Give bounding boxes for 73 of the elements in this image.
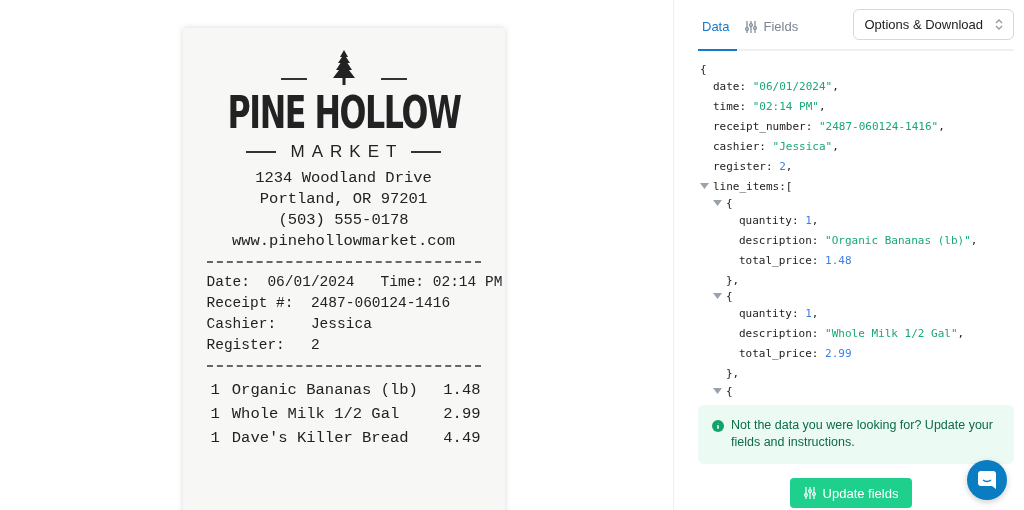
json-key: register:	[713, 160, 773, 173]
item-description: Dave's Killer Bread	[231, 428, 410, 449]
json-value: "02:14 PM"	[752, 100, 819, 113]
json-comma: ,	[811, 213, 819, 227]
json-value: "Organic Bananas (lb)"	[825, 233, 971, 247]
json-value: "06/01/2024"	[752, 80, 833, 93]
json-value: 2.99	[825, 347, 852, 360]
json-bracket: [	[785, 180, 793, 193]
item-price: 1.48	[443, 380, 481, 401]
json-key: total_price:	[739, 347, 819, 360]
json-key: date:	[713, 80, 747, 93]
json-key: time:	[713, 100, 747, 113]
receipt-detail: Register: 2	[206, 336, 320, 355]
item-description: Organic Bananas (lb)	[231, 380, 419, 401]
sliders-icon	[803, 487, 816, 499]
json-value: 1	[805, 213, 812, 227]
json-bracket: },	[726, 367, 740, 380]
json-key: description:	[739, 327, 819, 340]
options-download-select[interactable]: Options & Download	[853, 9, 1014, 40]
expand-toggle-icon[interactable]	[713, 388, 722, 395]
json-value: "Jessica"	[772, 140, 833, 153]
json-value: "Whole Milk 1/2 Gal"	[825, 327, 958, 340]
json-value: 2	[779, 160, 786, 173]
json-comma: ,	[970, 233, 978, 247]
updown-chevron-icon	[995, 18, 1003, 31]
json-bracket: {	[700, 63, 707, 77]
store-address-line: Portland, OR 97201	[259, 189, 428, 210]
store-address-line: 1234 Woodland Drive	[255, 168, 432, 189]
json-comma: ,	[818, 100, 826, 113]
notice-text: Not the data you were looking for? Update your fields and instructions.	[731, 417, 994, 451]
item-quantity: 1	[210, 428, 220, 449]
json-comma: ,	[832, 140, 839, 153]
json-comma: ,	[785, 160, 793, 173]
item-price: 4.49	[443, 428, 481, 449]
json-key: quantity:	[739, 213, 799, 227]
tab[interactable]: Fields	[741, 4, 807, 51]
json-comma: ,	[938, 120, 945, 133]
json-key: line_items:	[713, 180, 786, 193]
store-address-line: (503) 555-0178	[278, 210, 409, 231]
store-address-line: www.pinehollowmarket.com	[231, 231, 456, 252]
json-bracket: },	[726, 273, 740, 287]
pine-tree-icon	[330, 50, 357, 86]
json-bracket: {	[726, 385, 733, 397]
tab[interactable]: Data	[698, 4, 738, 51]
json-key: total_price:	[739, 253, 819, 267]
json-comma: ,	[832, 80, 839, 93]
json-key: description:	[739, 233, 819, 247]
item-quantity: 1	[210, 380, 220, 401]
json-bracket: {	[726, 290, 733, 304]
item-price: 2.99	[443, 404, 481, 425]
json-bracket: {	[726, 196, 733, 210]
json-value: 1.48	[825, 253, 852, 267]
info-icon	[712, 420, 724, 432]
expand-toggle-icon[interactable]	[700, 183, 709, 190]
receipt-detail: Receipt #: 2487-060124-1416	[206, 294, 451, 313]
json-comma: ,	[957, 327, 965, 340]
expand-toggle-icon[interactable]	[713, 199, 722, 207]
item-quantity: 1	[210, 404, 220, 425]
json-key: receipt_number:	[713, 120, 813, 133]
receipt-detail: Date: 06/01/2024 Time: 02:14 PM	[206, 273, 503, 292]
json-value: 1	[805, 307, 812, 320]
store-name: PINE HOLLOW	[226, 86, 462, 140]
chat-icon	[977, 470, 997, 490]
json-value: "2487-060124-1416"	[818, 120, 939, 133]
store-subtitle: MARKET	[289, 142, 404, 162]
json-comma: ,	[811, 307, 819, 320]
sliders-icon	[745, 20, 758, 33]
chat-launcher-button[interactable]	[967, 460, 1007, 500]
expand-toggle-icon[interactable]	[713, 293, 722, 301]
receipt-detail: Cashier: Jessica	[206, 315, 372, 334]
item-description: Whole Milk 1/2 Gal	[231, 404, 401, 425]
json-key: quantity:	[739, 307, 799, 320]
json-key: cashier:	[713, 140, 766, 153]
